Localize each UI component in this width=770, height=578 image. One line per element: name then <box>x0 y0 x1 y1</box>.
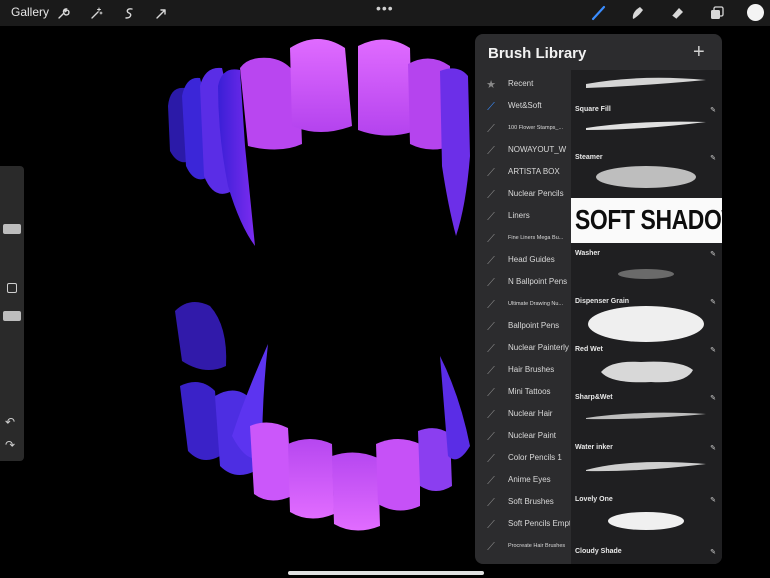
brush-item-cloudy-shade[interactable]: Cloudy Shade ✎ <box>571 544 722 564</box>
brush-set-icon: ⟋ <box>487 409 495 421</box>
brush-item-square-fill[interactable]: Square Fill ✎ <box>571 100 722 148</box>
pencil-edit-icon: ✎ <box>710 497 716 504</box>
eraser-icon[interactable] <box>667 3 687 23</box>
brush-item-steamer[interactable]: Steamer ✎ <box>571 148 722 196</box>
set-item[interactable]: ⟋ Hair Brushes <box>475 360 571 382</box>
brush-set-icon: ⟋ <box>487 167 495 179</box>
set-item-wet-soft[interactable]: ⟋ Wet&Soft <box>475 96 571 118</box>
pencil-edit-icon: ✎ <box>710 445 716 452</box>
redo-icon[interactable]: ↷ <box>5 438 15 452</box>
brush-set-icon: ⟋ <box>487 475 495 487</box>
pencil-edit-icon: ✎ <box>710 299 716 306</box>
left-sidebar: ↶ ↷ <box>0 166 24 461</box>
pencil-edit-icon: ✎ <box>710 549 716 556</box>
magic-wand-icon[interactable] <box>86 3 106 23</box>
brush-set-icon: ⟋ <box>487 189 495 201</box>
undo-icon[interactable]: ↶ <box>5 415 15 429</box>
add-brush-set-button[interactable]: + <box>693 41 705 64</box>
brush-set-icon: ⟋ <box>487 497 495 509</box>
brush-set-icon: ⟋ <box>487 145 495 157</box>
brush-sets-list: ★ Recent ⟋ Wet&Soft ⟋ 100 Flower Stamps_… <box>475 74 571 564</box>
set-item[interactable]: ⟋ Nuclear Paint <box>475 426 571 448</box>
set-item[interactable]: ⟋ Color Pencils 1 <box>475 448 571 470</box>
set-item[interactable]: ⟋ Ballpoint Pens <box>475 316 571 338</box>
set-item[interactable]: ⟋ NOWAYOUT_W <box>475 140 571 162</box>
panel-title: Brush Library <box>488 45 587 62</box>
home-indicator[interactable] <box>288 571 484 575</box>
brush-set-icon: ⟋ <box>487 101 495 113</box>
set-item[interactable]: ⟋ Fine Liners Mega Bu... <box>475 228 571 250</box>
set-item[interactable]: ⟋ Nuclear Painterly <box>475 338 571 360</box>
brush-size-slider[interactable] <box>3 224 21 234</box>
selection-icon[interactable] <box>119 3 139 23</box>
pencil-edit-icon: ✎ <box>710 347 716 354</box>
set-item[interactable]: ⟋ Nuclear Hair <box>475 404 571 426</box>
pencil-edit-icon: ✎ <box>710 395 716 402</box>
brush-set-icon: ⟋ <box>487 541 495 553</box>
brush-set-icon: ⟋ <box>487 453 495 465</box>
brush-library-panel: Brush Library + ★ Recent ⟋ Wet&Soft ⟋ 10… <box>475 34 722 564</box>
brush-item-water-inker[interactable]: Water inker ✎ <box>571 440 722 488</box>
pencil-edit-icon: ✎ <box>710 251 716 258</box>
brush-set-icon: ⟋ <box>487 299 495 311</box>
pencil-edit-icon: ✎ <box>710 155 716 162</box>
brush-item-soft-shadow[interactable]: SOFT SHADOW <box>571 198 722 243</box>
brush-stroke-preview <box>586 77 706 88</box>
set-item[interactable]: ⟋ ARTISTA BOX <box>475 162 571 184</box>
soft-shadow-label: SOFT SHADOW <box>575 204 722 235</box>
set-item[interactable]: ⟋ Soft Brushes <box>475 492 571 514</box>
set-item[interactable]: ⟋ Nuclear Pencils <box>475 184 571 206</box>
brush-item-red-wet[interactable]: Red Wet ✎ <box>571 342 722 390</box>
brush-set-icon: ⟋ <box>487 387 495 399</box>
brush-item-sharp-wet[interactable]: Sharp&Wet ✎ <box>571 390 722 438</box>
layers-icon[interactable] <box>707 3 727 23</box>
brush-set-icon: ⟋ <box>487 123 495 135</box>
brush-set-icon: ⟋ <box>487 321 495 333</box>
set-item-recent[interactable]: ★ Recent <box>475 74 571 96</box>
set-item[interactable]: ⟋ Procreate Hair Brushes <box>475 536 571 558</box>
wrench-icon[interactable] <box>53 3 73 23</box>
brush-item-washer[interactable]: Washer ✎ <box>571 246 722 294</box>
set-item[interactable]: ⟋ Ultimate Drawing Nu... <box>475 294 571 316</box>
brush-item-lovely-one[interactable]: Lovely One ✎ <box>571 492 722 540</box>
transform-icon[interactable] <box>151 3 171 23</box>
brush-set-icon: ⟋ <box>487 519 495 531</box>
modify-button[interactable] <box>7 283 17 293</box>
gallery-button[interactable]: Gallery <box>11 5 49 19</box>
top-toolbar: Gallery ••• <box>0 0 770 26</box>
brush-set-icon: ⟋ <box>487 343 495 355</box>
set-item[interactable]: ⟋ Head Guides <box>475 250 571 272</box>
color-icon[interactable] <box>747 4 764 21</box>
brush-set-icon: ⟋ <box>487 233 495 245</box>
set-item[interactable]: ⟋ Mini Tattoos <box>475 382 571 404</box>
brush-set-icon: ⟋ <box>487 431 495 443</box>
opacity-slider[interactable] <box>3 311 21 321</box>
brush-set-icon: ⟋ <box>487 277 495 289</box>
brush-list: Square Fill ✎ Steamer ✎ Washer ✎ Dispens… <box>571 70 722 564</box>
smudge-icon[interactable] <box>627 3 647 23</box>
brush-icon[interactable] <box>589 3 609 23</box>
star-icon: ★ <box>486 79 496 91</box>
set-item[interactable]: ⟋ Liners <box>475 206 571 228</box>
pencil-edit-icon: ✎ <box>710 107 716 114</box>
set-item[interactable]: ⟋ 100 Flower Stamps_... <box>475 118 571 140</box>
more-options-button[interactable]: ••• <box>376 0 394 16</box>
brush-set-icon: ⟋ <box>487 211 495 223</box>
set-item[interactable]: ⟋ Anime Eyes <box>475 470 571 492</box>
brush-item-dispenser-grain[interactable]: Dispenser Grain ✎ <box>571 294 722 342</box>
brush-set-icon: ⟋ <box>487 365 495 377</box>
set-item[interactable]: ⟋ Soft Pencils Empty <box>475 514 571 536</box>
set-item[interactable]: ⟋ N Ballpoint Pens <box>475 272 571 294</box>
brush-set-icon: ⟋ <box>487 255 495 267</box>
